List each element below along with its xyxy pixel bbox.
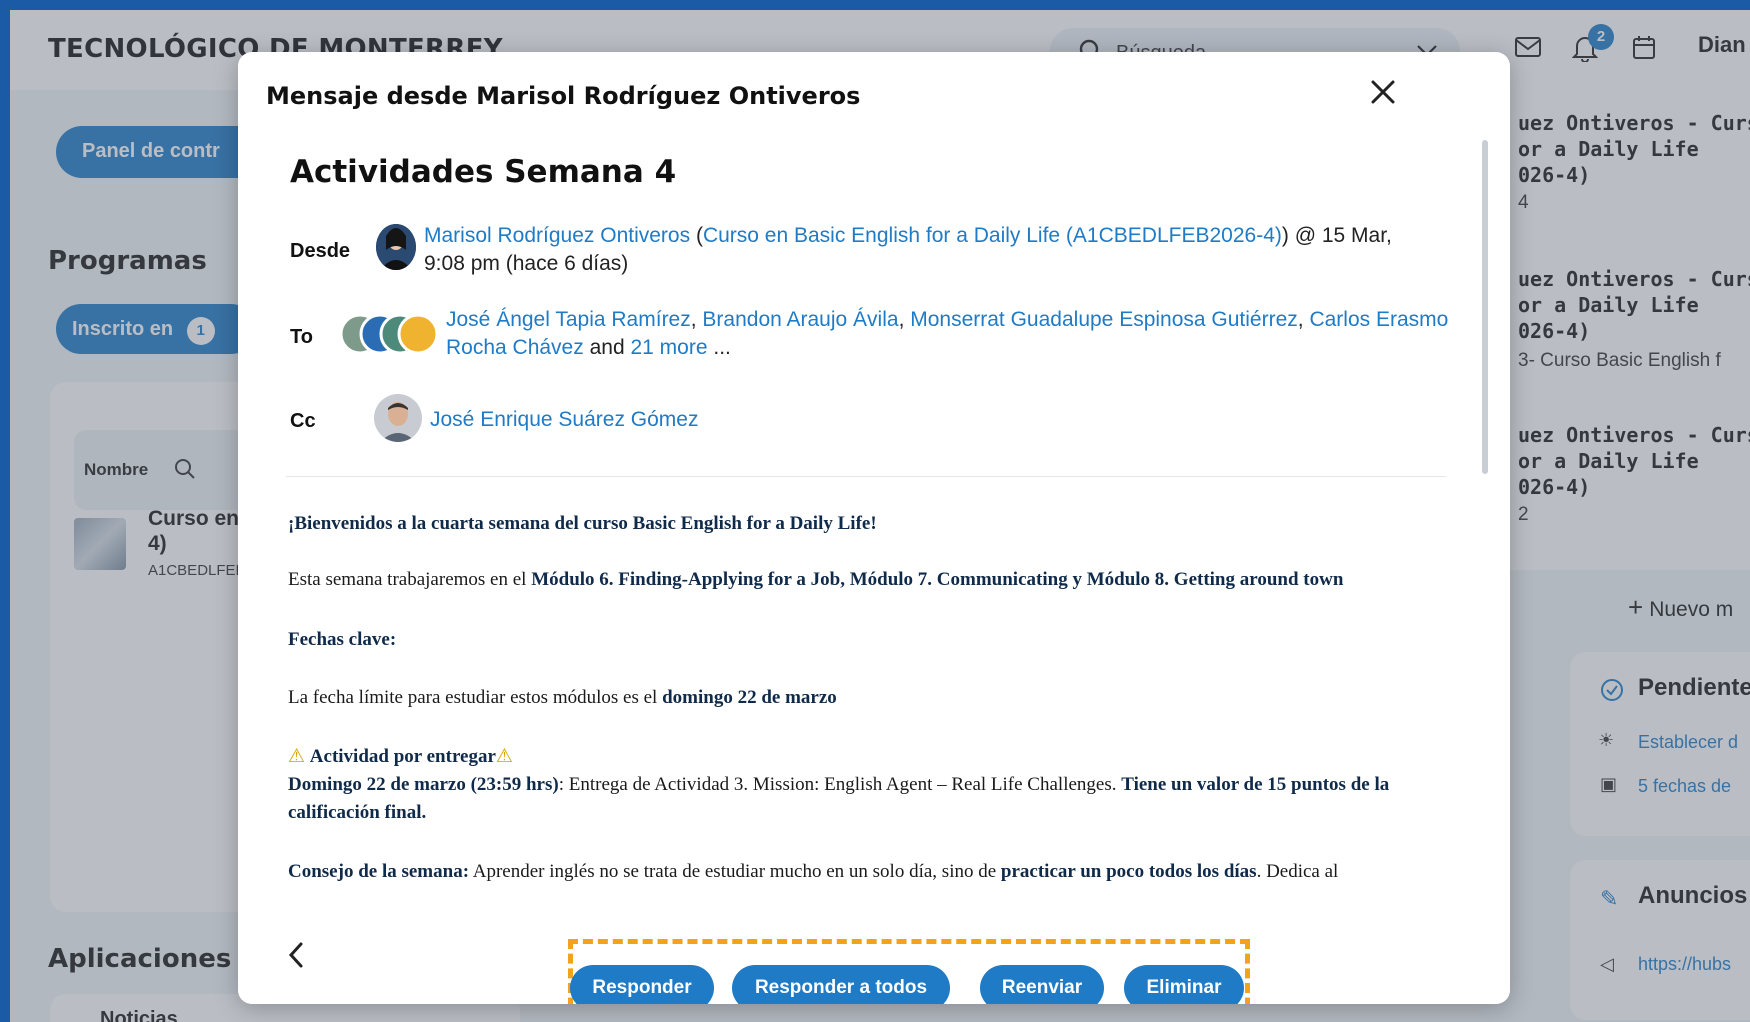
key-dates-text: Fechas clave: [288,629,397,650]
tip-bold-text: practicar un poco todos los días [1000,861,1257,882]
from-line: Marisol Rodríguez Ontiveros (Curso en Ba… [424,224,1392,275]
welcome-text: ¡Bienvenidos a la cuarta semana del curs… [288,513,877,534]
from-label: Desde [290,240,351,262]
app-window: TECNOLÓGICO DE MONTERREY Búsqueda 2 [10,10,1750,1022]
warning-icon: ⚠ [288,745,306,767]
close-icon[interactable] [1363,72,1403,112]
activity-heading-text: Actividad por entregar [309,746,496,767]
more-recipients-link[interactable]: 21 more [630,336,707,359]
activity-section: ⚠ Actividad por entregar⚠ Domingo 22 de … [288,742,1468,827]
deadline-line: La fecha límite para estudiar estos módu… [288,684,1468,712]
header-divider [286,476,1446,477]
cc-recipient-link[interactable]: José Enrique Suárez Gómez [430,408,698,431]
to-ellipsis: ... [713,336,731,359]
cc-avatar [374,394,422,442]
recipient-link[interactable]: Monserrat Guadalupe Espinosa Gutiérrez [910,308,1298,331]
dialog-title: Mensaje desde Marisol Rodríguez Ontivero… [266,82,861,110]
message-dialog: Mensaje desde Marisol Rodríguez Ontivero… [238,52,1510,1004]
to-and: and [589,336,625,359]
recipients-avatars [338,312,438,356]
cc-label: Cc [290,410,316,432]
message-week-intro: Esta semana trabajaremos en el Módulo 6.… [288,566,1468,594]
tip-end-text: . Dedica al [1256,861,1339,882]
sender-name-link[interactable]: Marisol Rodríguez Ontiveros [424,224,690,247]
to-line: José Ángel Tapia Ramírez, Brandon Araujo… [446,308,1449,359]
reply-all-button[interactable]: Responder a todos [732,965,950,1004]
key-dates-heading: Fechas clave: [288,626,1468,654]
sent-time: 9:08 pm (hace 6 días) [424,252,629,275]
tip-line: Consejo de la semana: Aprender inglés no… [288,858,1468,886]
activity-date-text: Domingo 22 de marzo (23:59 hrs) [288,774,559,795]
chevron-left-icon[interactable] [286,941,306,969]
cc-line: José Enrique Suárez Gómez [430,406,698,434]
scrollbar[interactable] [1482,140,1488,474]
to-label: To [290,326,313,348]
deadline-date-text: domingo 22 de marzo [662,687,837,708]
warning-icon: ⚠ [495,745,513,767]
sent-date: @ 15 Mar, [1294,224,1392,247]
message-subject: Actividades Semana 4 [290,154,677,190]
activity-desc-text: : Entrega de Actividad 3. Mission: Engli… [558,774,1117,795]
tip-text: Aprender inglés no se trata de estudiar … [472,861,997,882]
message-welcome: ¡Bienvenidos a la cuarta semana del curs… [288,510,1468,538]
sender-course-link[interactable]: Curso en Basic English for a Daily Life … [703,224,1282,247]
recipient-link[interactable]: Brandon Araujo Ávila [702,308,898,331]
deadline-intro-text: La fecha límite para estudiar estos módu… [288,687,658,708]
week-intro-text: Esta semana trabajaremos en el [288,569,527,590]
reply-button[interactable]: Responder [570,965,714,1004]
week-modules-text: Módulo 6. Finding-Applying for a Job, Mó… [531,569,1344,590]
recipient-link[interactable]: José Ángel Tapia Ramírez [446,308,691,331]
delete-button[interactable]: Eliminar [1124,965,1244,1004]
forward-button[interactable]: Reenviar [980,965,1104,1004]
tip-label-text: Consejo de la semana: [288,861,470,882]
dialog-footer: Responder Responder a todos Reenviar Eli… [238,907,1510,1004]
sender-avatar [376,224,416,270]
